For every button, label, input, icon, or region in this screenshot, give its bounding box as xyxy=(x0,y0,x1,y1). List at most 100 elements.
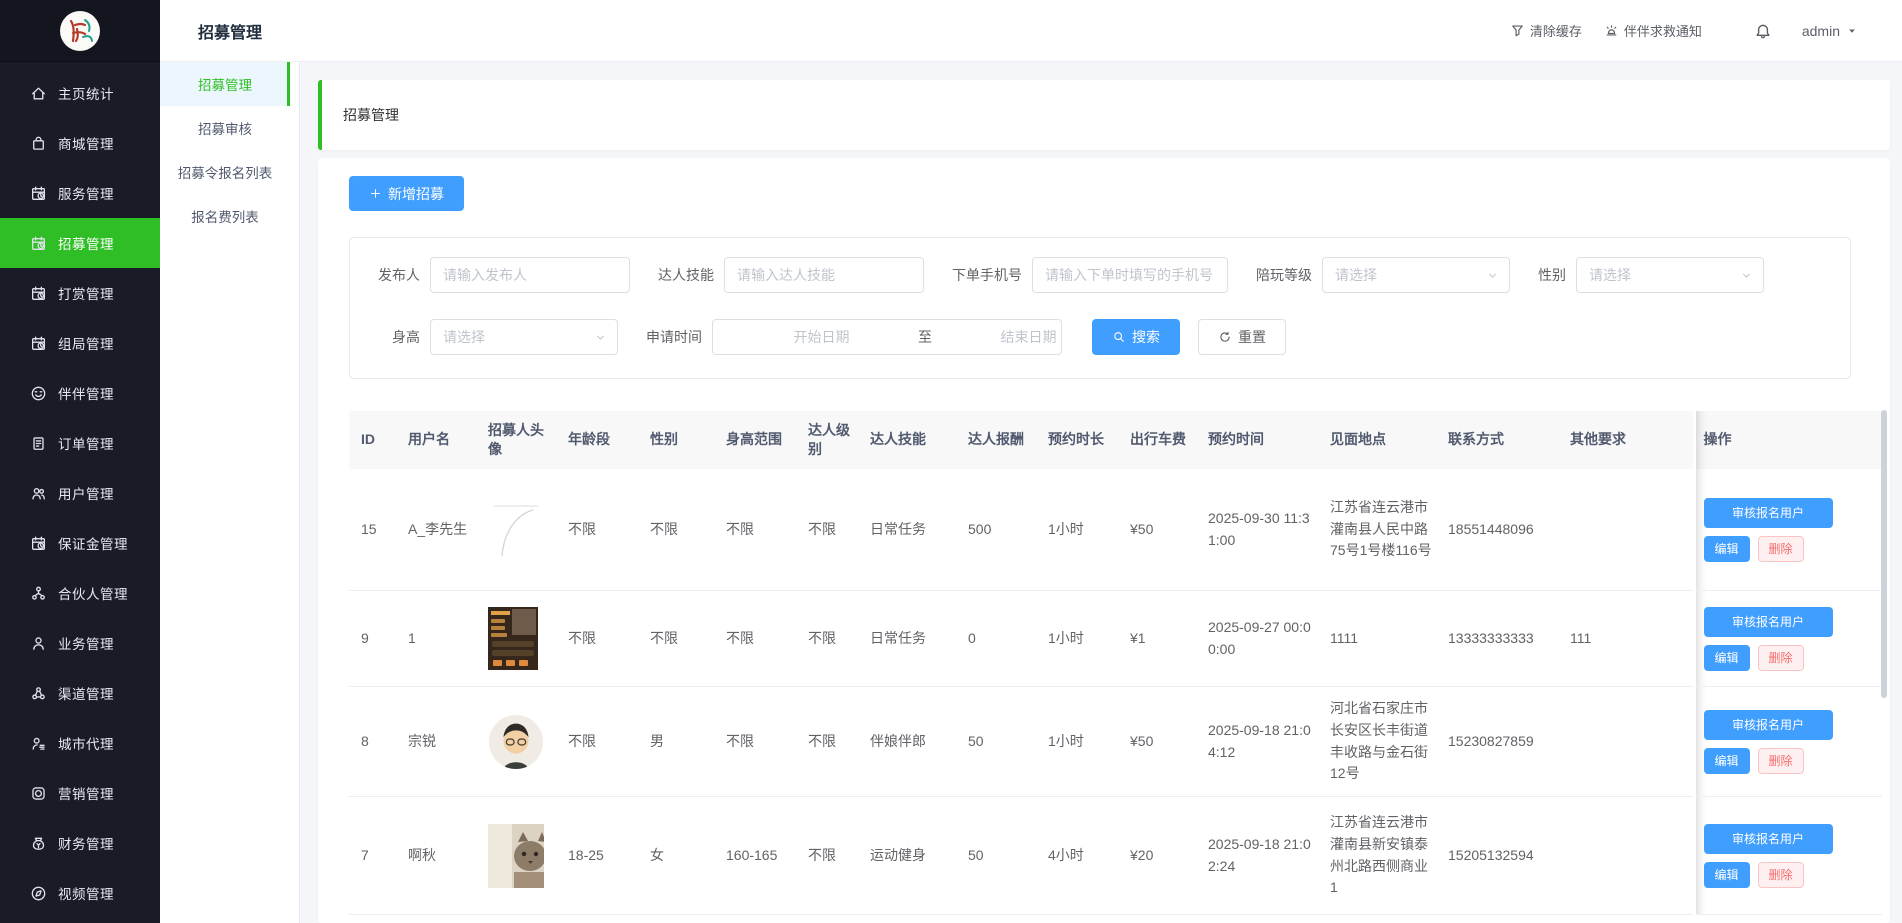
submenu-item-3[interactable]: 招募令报名列表 xyxy=(160,150,290,194)
poster-image[interactable] xyxy=(488,608,544,670)
funnel-icon xyxy=(1510,23,1525,38)
brand-logo xyxy=(0,0,160,62)
filter-input[interactable] xyxy=(430,257,630,293)
reset-button[interactable]: 重置 xyxy=(1198,319,1286,355)
sidebar-item-10[interactable]: 保证金管理 xyxy=(0,518,160,568)
row-action-group: 编辑删除 xyxy=(1704,862,1875,888)
filter-field: 达人技能 xyxy=(658,257,924,293)
filter-select[interactable]: 请选择 xyxy=(1576,257,1764,293)
filter-select[interactable]: 请选择 xyxy=(430,319,618,355)
cell-actions: 审核报名用户编辑删除 xyxy=(1694,469,1882,591)
sidebar-item-15[interactable]: 营销管理 xyxy=(0,768,160,818)
submenu-item-4[interactable]: 报名费列表 xyxy=(160,194,290,238)
filter-row-2: 身高请选择申请时间至搜索重置 xyxy=(368,319,1850,355)
clear-cache-button[interactable]: 清除缓存 xyxy=(1510,21,1582,40)
date-range-picker[interactable]: 至 xyxy=(712,319,1062,355)
sidebar-item-label: 打赏管理 xyxy=(58,283,114,303)
filter-input[interactable] xyxy=(724,257,924,293)
content-card: 新增招募 发布人达人技能下单手机号陪玩等级请选择性别请选择 身高请选择申请时间至… xyxy=(318,158,1890,923)
city-agent-icon xyxy=(30,735,47,752)
review-applicants-button[interactable]: 审核报名用户 xyxy=(1704,710,1833,740)
clear-cache-label: 清除缓存 xyxy=(1530,21,1582,40)
column-header-3: 招募人头像 xyxy=(480,411,560,469)
filter-label: 陪玩等级 xyxy=(1256,265,1312,285)
cell-skill: 日常任务 xyxy=(862,469,960,591)
sidebar-item-7[interactable]: 伴伴管理 xyxy=(0,368,160,418)
cell-fare: ¥50 xyxy=(1122,687,1200,797)
sidebar-item-label: 财务管理 xyxy=(58,833,114,853)
sidebar-item-5[interactable]: 打赏管理 xyxy=(0,268,160,318)
video-icon xyxy=(30,885,47,902)
sidebar-item-2[interactable]: 商城管理 xyxy=(0,118,160,168)
delete-button[interactable]: 删除 xyxy=(1758,862,1804,888)
table-row-7: 7啊秋18-25女160-165不限运动健身504小时¥202025-09-18… xyxy=(349,797,1882,915)
delete-button[interactable]: 删除 xyxy=(1758,536,1804,562)
edit-button[interactable]: 编辑 xyxy=(1704,748,1750,774)
review-applicants-button[interactable]: 审核报名用户 xyxy=(1704,498,1833,528)
sidebar-item-12[interactable]: 业务管理 xyxy=(0,618,160,668)
sidebar-item-13[interactable]: 渠道管理 xyxy=(0,668,160,718)
sidebar-item-14[interactable]: 城市代理 xyxy=(0,718,160,768)
add-recruit-button[interactable]: 新增招募 xyxy=(349,176,464,211)
cartoon-man-image[interactable] xyxy=(488,711,544,773)
cell-username: 1 xyxy=(400,591,480,687)
filter-label: 身高 xyxy=(368,327,420,347)
search-label: 搜索 xyxy=(1132,327,1160,347)
cell-age: 不限 xyxy=(560,687,642,797)
cell-avatar xyxy=(480,591,560,687)
delete-button[interactable]: 删除 xyxy=(1758,748,1804,774)
calendar-clock-icon xyxy=(30,335,47,352)
submenu-item-2[interactable]: 招募审核 xyxy=(160,106,290,150)
cat-image[interactable] xyxy=(488,825,544,887)
cell-level: 不限 xyxy=(800,797,862,915)
person-icon xyxy=(30,635,47,652)
column-header-12: 预约时间 xyxy=(1200,411,1322,469)
sidebar-item-17[interactable]: 视频管理 xyxy=(0,868,160,918)
column-header-8: 达人技能 xyxy=(862,411,960,469)
sidebar-item-11[interactable]: 合伙人管理 xyxy=(0,568,160,618)
sidebar-item-3[interactable]: 服务管理 xyxy=(0,168,160,218)
sidebar-item-label: 招募管理 xyxy=(58,233,114,253)
sidebar-item-1[interactable]: 主页统计 xyxy=(0,68,160,118)
user-dropdown[interactable]: admin xyxy=(1802,23,1858,39)
sidebar-item-6[interactable]: 组局管理 xyxy=(0,318,160,368)
active-indicator-bar xyxy=(287,62,290,106)
sidebar-item-label: 组局管理 xyxy=(58,333,114,353)
sidebar-item-label: 城市代理 xyxy=(58,733,114,753)
cell-height-range: 不限 xyxy=(718,687,800,797)
start-date-input[interactable] xyxy=(731,329,912,345)
bell-icon[interactable] xyxy=(1754,22,1772,40)
cell-time: 2025-09-18 21:04:12 xyxy=(1200,687,1322,797)
filter-input[interactable] xyxy=(1032,257,1228,293)
sos-notice-button[interactable]: 伴伴求救通知 xyxy=(1604,21,1702,40)
filter-label: 达人技能 xyxy=(658,265,714,285)
cell-age: 不限 xyxy=(560,591,642,687)
cell-duration: 1小时 xyxy=(1040,591,1122,687)
review-applicants-button[interactable]: 审核报名用户 xyxy=(1704,607,1833,637)
sidebar-item-16[interactable]: 财务管理 xyxy=(0,818,160,868)
cell-id: 15 xyxy=(349,469,400,591)
broken-image[interactable] xyxy=(488,499,544,561)
search-button[interactable]: 搜索 xyxy=(1092,319,1180,355)
calendar-clock-icon xyxy=(30,235,47,252)
cell-id: 8 xyxy=(349,687,400,797)
sidebar-item-8[interactable]: 订单管理 xyxy=(0,418,160,468)
filter-label: 下单手机号 xyxy=(952,265,1022,285)
column-header-11: 出行车费 xyxy=(1122,411,1200,469)
filter-panel: 发布人达人技能下单手机号陪玩等级请选择性别请选择 身高请选择申请时间至搜索重置 xyxy=(349,237,1851,379)
filter-label: 性别 xyxy=(1538,265,1566,285)
review-applicants-button[interactable]: 审核报名用户 xyxy=(1704,824,1833,854)
add-recruit-label: 新增招募 xyxy=(388,184,444,204)
edit-button[interactable]: 编辑 xyxy=(1704,862,1750,888)
filter-select[interactable]: 请选择 xyxy=(1322,257,1510,293)
section-title: 招募管理 xyxy=(160,19,300,43)
vertical-scrollbar[interactable] xyxy=(1881,410,1887,698)
partner-icon xyxy=(30,585,47,602)
sidebar-item-9[interactable]: 用户管理 xyxy=(0,468,160,518)
edit-button[interactable]: 编辑 xyxy=(1704,645,1750,671)
edit-button[interactable]: 编辑 xyxy=(1704,536,1750,562)
page-header-card: 招募管理 xyxy=(318,80,1890,150)
delete-button[interactable]: 删除 xyxy=(1758,645,1804,671)
submenu-item-1[interactable]: 招募管理 xyxy=(160,62,290,106)
sidebar-item-4[interactable]: 招募管理 xyxy=(0,218,160,268)
